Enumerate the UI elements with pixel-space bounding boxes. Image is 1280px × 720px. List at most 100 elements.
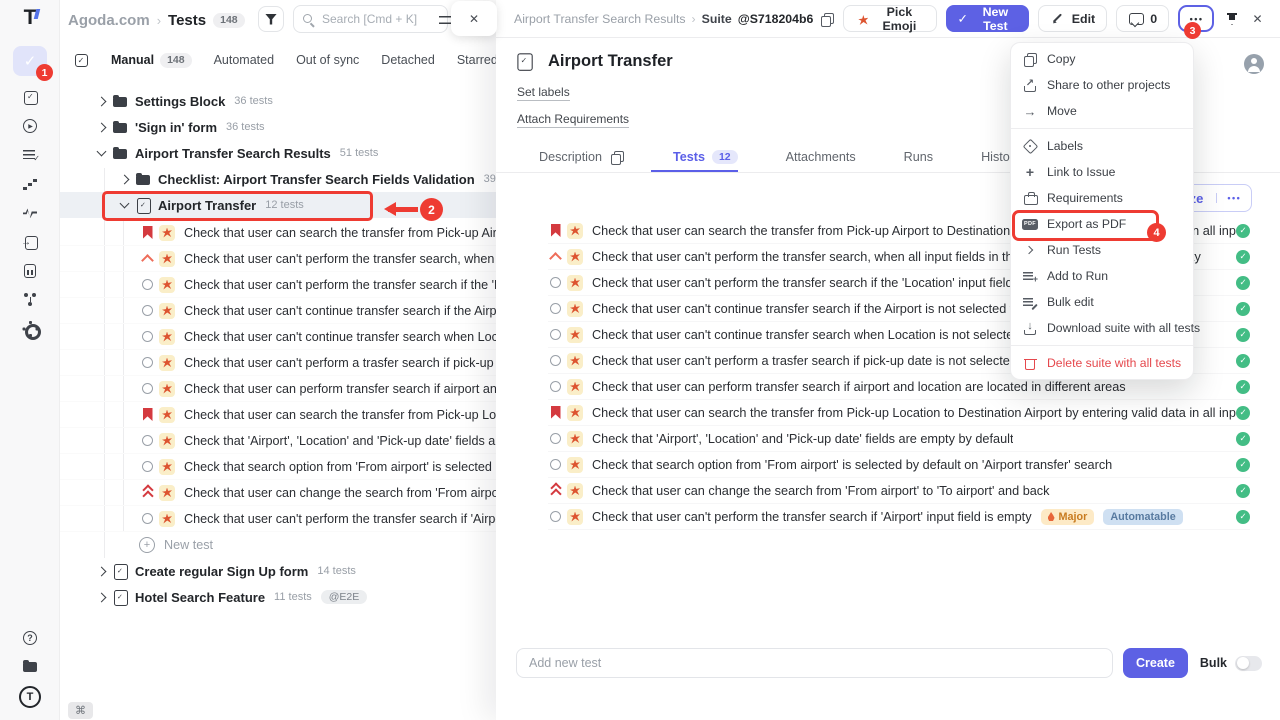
tab-icon — [959, 149, 974, 165]
test-row[interactable]: Check that user can't continue transfer … — [60, 324, 496, 350]
test-row[interactable]: Check that user can search the transfer … — [60, 220, 496, 246]
suite-tab[interactable]: Description — [517, 143, 625, 172]
test-row[interactable]: Check that user can change the search fr… — [60, 480, 496, 506]
test-row[interactable]: Check that user can't perform the transf… — [60, 272, 496, 298]
menu-item[interactable]: Export as PDF — [1011, 211, 1193, 237]
menu-item[interactable]: Download suite with all tests — [1011, 315, 1193, 341]
test-row[interactable]: Check that user can search the transfer … — [60, 402, 496, 428]
test-row[interactable]: Check that user can search the transfer … — [548, 400, 1250, 426]
branch-icon[interactable] — [22, 292, 38, 308]
milestones-icon[interactable] — [22, 176, 38, 192]
copy-id-icon[interactable] — [819, 11, 835, 27]
close-panel-button[interactable] — [451, 1, 497, 36]
suite-row[interactable]: Create regular Sign Up form 14 tests — [60, 558, 496, 584]
library-icon[interactable] — [22, 658, 38, 674]
pick-emoji-button[interactable]: Pick Emoji — [843, 5, 936, 32]
menu-item[interactable]: Share to other projects — [1011, 72, 1193, 98]
comment-bubble-icon — [1128, 11, 1144, 27]
edit-button[interactable]: Edit — [1038, 5, 1107, 32]
project-name[interactable]: Agoda.com — [68, 12, 150, 29]
set-labels-link[interactable]: Set labels — [517, 85, 570, 101]
menu-item[interactable]: Move — [1011, 98, 1193, 124]
chevron-icon[interactable] — [120, 201, 129, 210]
app-logo[interactable]: T — [0, 6, 60, 30]
test-row[interactable]: Check that 'Airport', 'Location' and 'Pi… — [548, 426, 1250, 452]
suite-tab[interactable]: Tests 12 — [651, 143, 738, 172]
test-row[interactable]: Check that user can't perform the transf… — [548, 504, 1250, 530]
severity-icon — [140, 407, 155, 422]
menu-item[interactable]: Copy — [1011, 46, 1193, 72]
activity-icon[interactable] — [22, 205, 38, 221]
chevron-icon[interactable] — [97, 123, 106, 132]
menu-item[interactable]: Run Tests — [1011, 237, 1193, 263]
suite-row[interactable]: Airport Transfer 12 tests — [60, 192, 496, 218]
search-box[interactable] — [293, 5, 448, 33]
filter-tab[interactable]: Starred — [457, 53, 496, 67]
attach-requirements-link[interactable]: Attach Requirements — [517, 112, 629, 128]
new-test-row[interactable]: New test — [60, 532, 496, 558]
runs-icon[interactable] — [22, 118, 38, 134]
collision-emoji-icon — [567, 327, 583, 343]
chevron-icon[interactable] — [97, 149, 106, 158]
filter-tab[interactable]: Automated — [214, 53, 274, 67]
settings-gear-icon[interactable] — [22, 321, 38, 337]
select-all-icon[interactable] — [73, 52, 89, 68]
test-title: Check that user can't perform a trasfer … — [184, 356, 496, 370]
nav-tests-button[interactable]: ✓ — [13, 46, 47, 76]
test-row[interactable]: Check that 'Airport', 'Location' and 'Pi… — [60, 428, 496, 454]
more-icon — [1188, 11, 1204, 27]
avatar[interactable] — [1244, 54, 1264, 74]
create-button[interactable]: Create — [1123, 648, 1188, 678]
suite-row[interactable]: Settings Block 36 tests — [60, 88, 496, 114]
new-test-button[interactable]: ✓ New Test — [946, 5, 1029, 32]
test-row[interactable]: Check that user can change the search fr… — [548, 478, 1250, 504]
test-row[interactable]: Check that user can't perform the transf… — [60, 246, 496, 272]
add-new-test-input[interactable] — [516, 648, 1113, 678]
brand-badge-icon[interactable]: T — [19, 686, 41, 708]
suite-row[interactable]: 'Sign in' form 36 tests — [60, 114, 496, 140]
test-row[interactable]: Check that user can perform transfer sea… — [60, 376, 496, 402]
filter-button[interactable] — [258, 6, 284, 32]
filter-tab[interactable]: Manual 148 — [111, 53, 192, 68]
chevron-icon[interactable] — [97, 593, 106, 602]
bulk-toggle[interactable] — [1235, 656, 1262, 671]
suite-tab[interactable]: Attachments — [764, 143, 856, 172]
close-detail-button[interactable] — [1249, 9, 1266, 29]
test-row[interactable]: Check that search option from 'From airp… — [548, 452, 1250, 478]
suite-row[interactable]: Hotel Search Feature 11 tests @E2E — [60, 584, 496, 610]
chevron-icon[interactable] — [97, 97, 106, 106]
test-row[interactable]: Check that search option from 'From airp… — [60, 454, 496, 480]
suite-row[interactable]: Airport Transfer Search Results 51 tests — [60, 140, 496, 166]
menu-item[interactable]: Add to Run — [1011, 263, 1193, 289]
help-icon[interactable] — [22, 630, 38, 646]
suite-type-label: Suite — [702, 12, 732, 26]
test-row[interactable]: Check that user can't perform the transf… — [60, 506, 496, 532]
search-input[interactable] — [320, 11, 441, 27]
menu-item[interactable]: Link to Issue — [1011, 159, 1193, 185]
suite-row[interactable]: Checklist: Airport Transfer Search Field… — [60, 166, 496, 192]
test-row[interactable]: Check that user can't perform a trasfer … — [60, 350, 496, 376]
collision-emoji-icon — [567, 223, 583, 239]
menu-item[interactable]: Bulk edit — [1011, 289, 1193, 315]
suite-tab[interactable]: Runs — [882, 143, 933, 172]
menu-item[interactable]: Delete suite with all tests — [1011, 350, 1193, 376]
comments-button[interactable]: 0 — [1116, 5, 1169, 32]
test-row[interactable]: Check that user can't continue transfer … — [60, 298, 496, 324]
summarize-more-icon[interactable]: ••• — [1216, 193, 1251, 203]
collision-emoji-icon — [159, 329, 175, 345]
chevron-icon[interactable] — [120, 175, 129, 184]
test-plans-icon[interactable] — [22, 89, 38, 105]
filter-tab[interactable]: Detached — [381, 53, 435, 67]
parent-suite-link[interactable]: Airport Transfer Search Results — [514, 12, 686, 26]
copy-icon[interactable] — [609, 149, 625, 165]
pin-button[interactable] — [1223, 9, 1240, 29]
import-icon[interactable] — [22, 234, 38, 250]
menu-item[interactable]: Requirements — [1011, 185, 1193, 211]
filter-tab[interactable]: Out of sync — [296, 53, 359, 67]
menu-item-label: Move — [1047, 104, 1077, 118]
more-actions-button[interactable] — [1178, 5, 1214, 32]
menu-item[interactable]: Labels — [1011, 133, 1193, 159]
chevron-icon[interactable] — [97, 567, 106, 576]
reports-icon[interactable] — [22, 263, 38, 279]
checklist-icon[interactable] — [22, 147, 38, 163]
